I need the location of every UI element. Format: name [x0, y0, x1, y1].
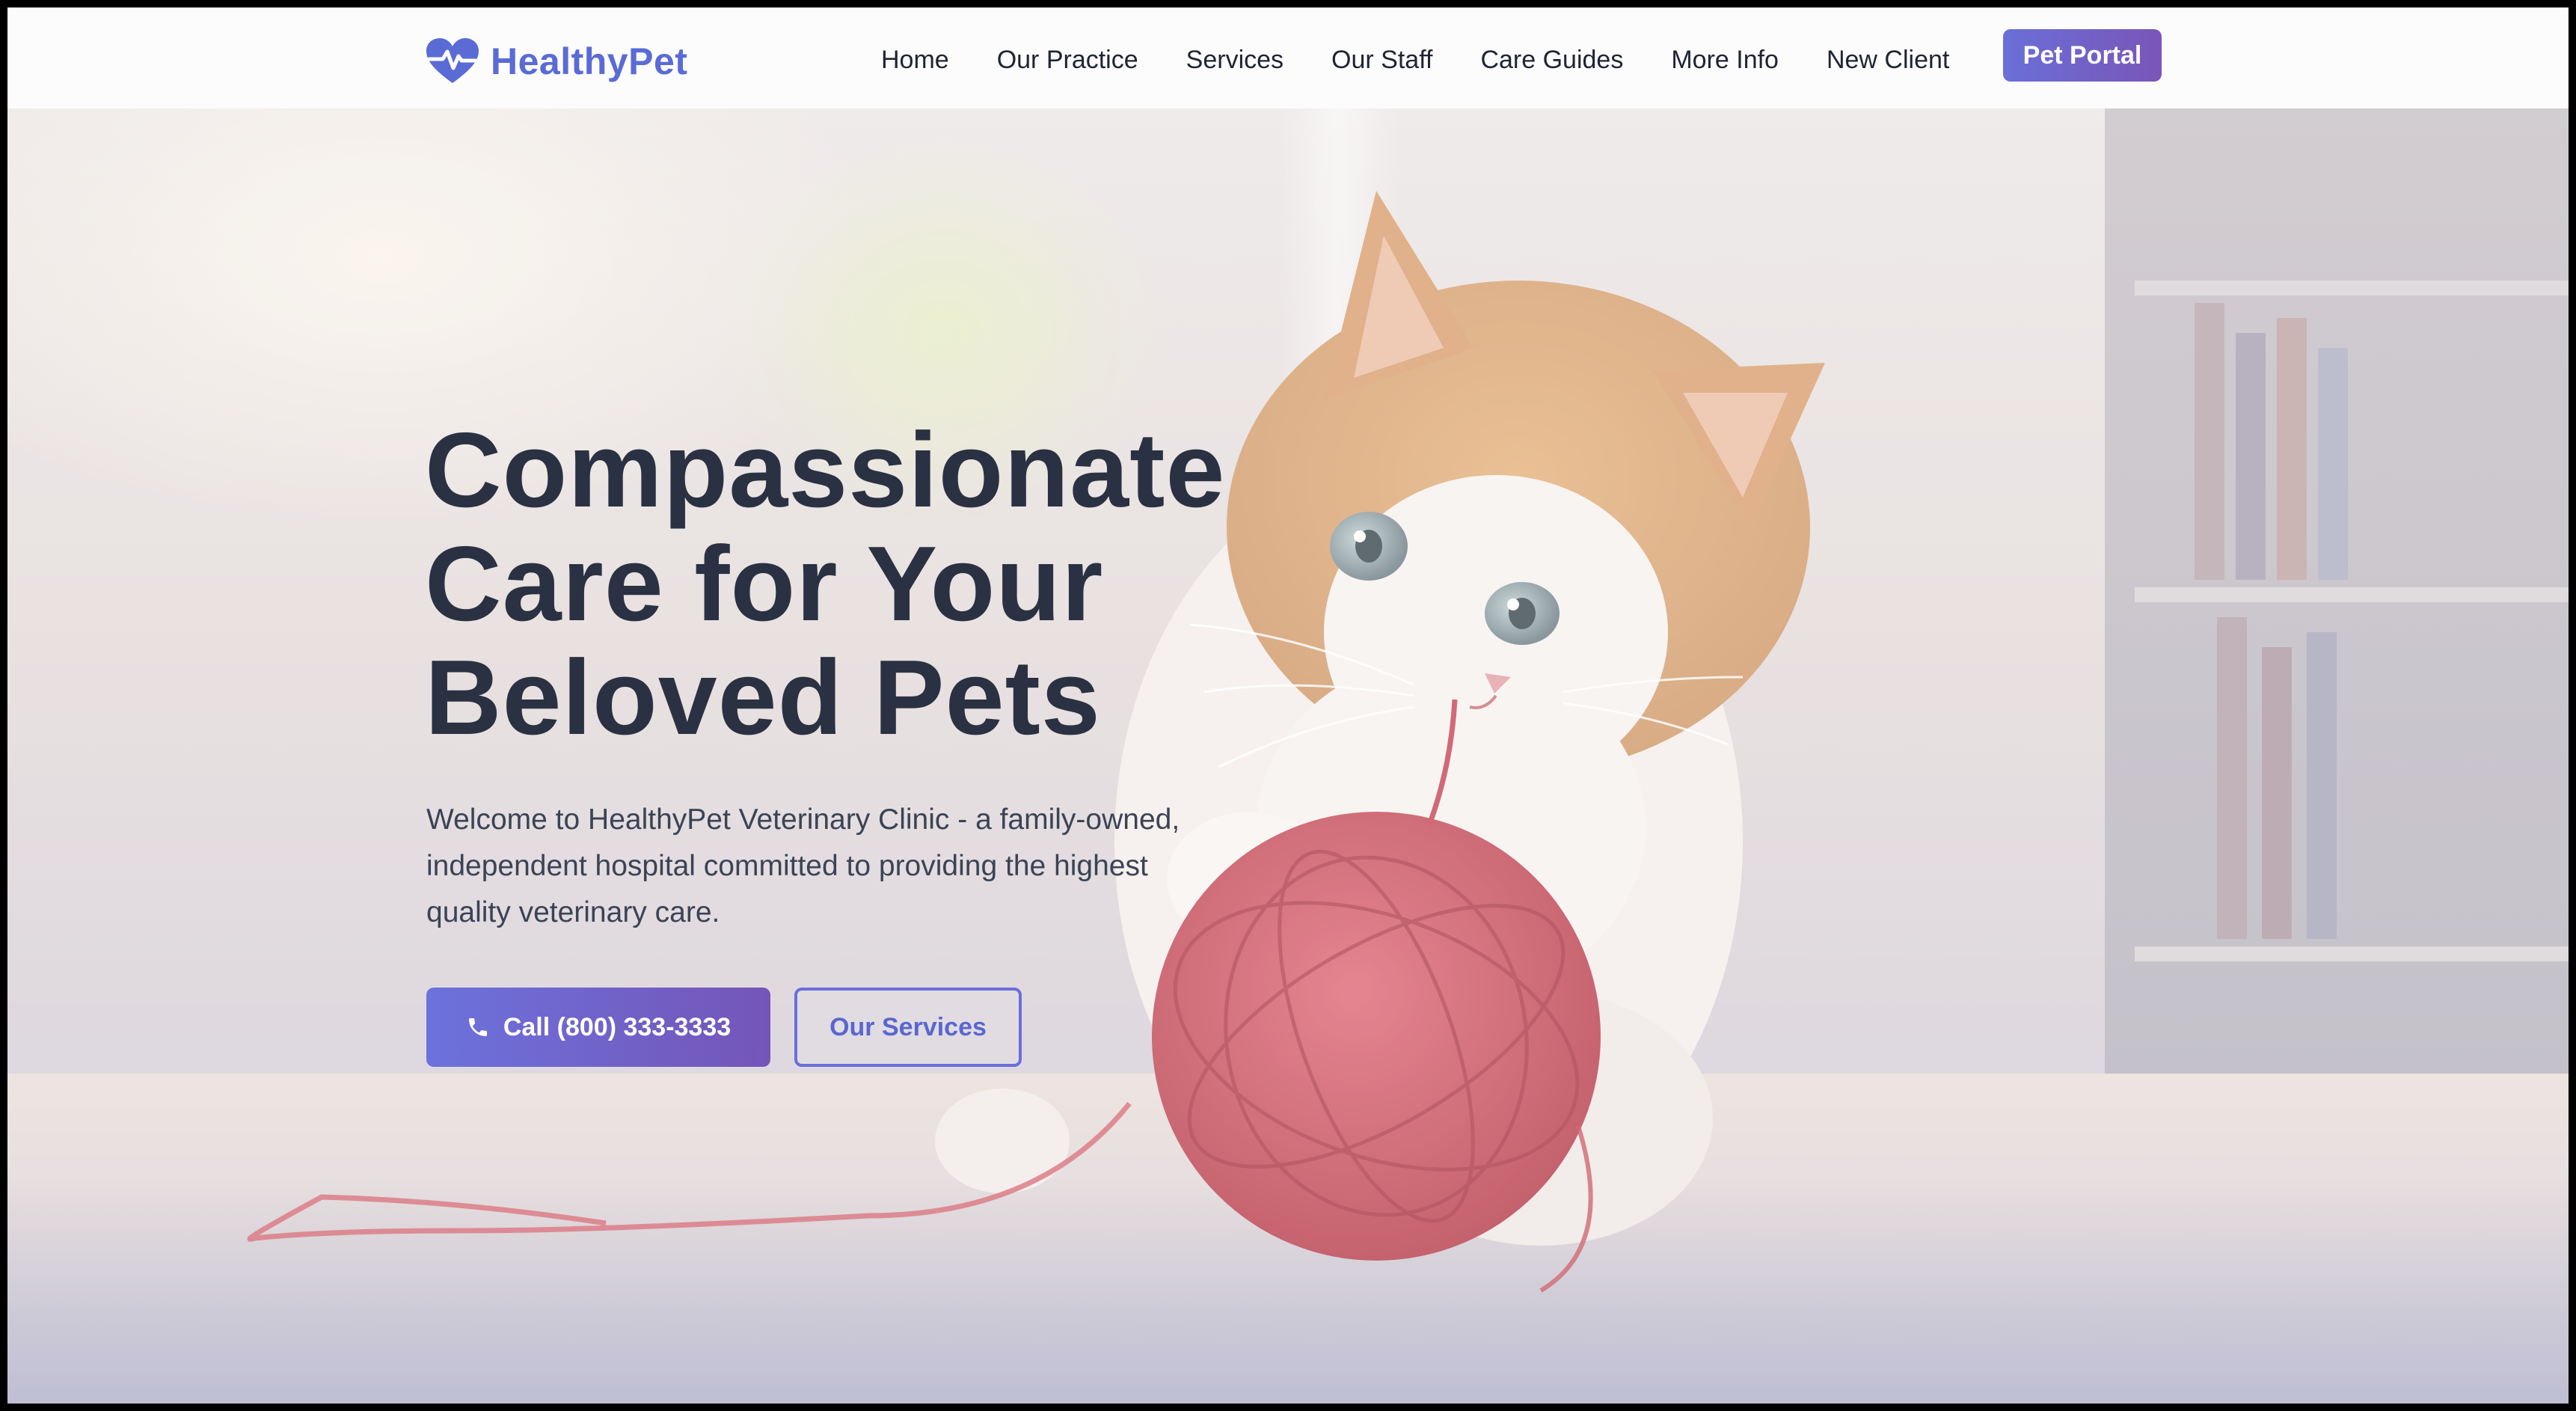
- nav-more-info[interactable]: More Info: [1671, 46, 1779, 75]
- call-button-label: Call (800) 333-3333: [503, 1012, 732, 1041]
- brand-name: HealthyPet: [491, 40, 688, 82]
- our-services-button[interactable]: Our Services: [794, 988, 1022, 1067]
- nav-home[interactable]: Home: [881, 46, 949, 75]
- hero-section: Compassionate Care for Your Beloved Pets…: [7, 108, 2569, 1404]
- nav-care-guides[interactable]: Care Guides: [1480, 46, 1623, 75]
- heart-pulse-icon: [426, 38, 479, 85]
- pet-portal-button[interactable]: Pet Portal: [2003, 29, 2162, 82]
- call-phone-button[interactable]: Call (800) 333-3333: [426, 988, 770, 1067]
- browser-viewport: HealthyPet Home Our Practice Services Ou…: [7, 7, 2569, 1404]
- brand-logo[interactable]: HealthyPet: [426, 31, 687, 91]
- main-nav: Home Our Practice Services Our Staff Car…: [881, 30, 1949, 90]
- hero-kitten-image: [7, 108, 2569, 1404]
- hero-heading: Compassionate Care for Your Beloved Pets: [425, 411, 1226, 757]
- nav-our-staff[interactable]: Our Staff: [1331, 46, 1432, 75]
- phone-icon: [466, 1015, 490, 1039]
- top-navigation-bar: HealthyPet Home Our Practice Services Ou…: [7, 7, 2569, 108]
- hero-subtitle: Welcome to HealthyPet Veterinary Clinic …: [426, 804, 1180, 928]
- nav-new-client[interactable]: New Client: [1827, 46, 1949, 75]
- nav-our-practice[interactable]: Our Practice: [997, 46, 1138, 75]
- nav-services[interactable]: Services: [1186, 46, 1284, 75]
